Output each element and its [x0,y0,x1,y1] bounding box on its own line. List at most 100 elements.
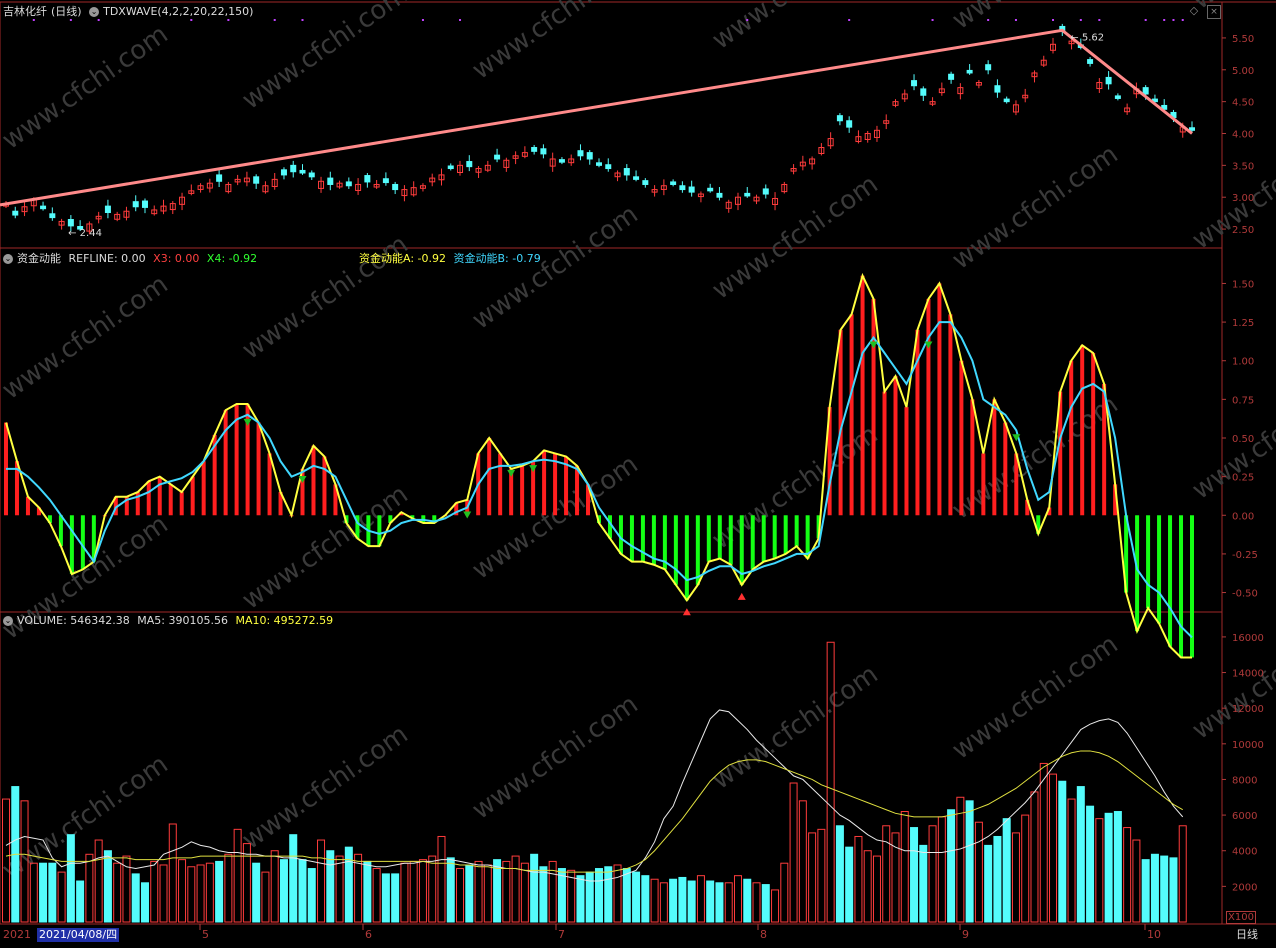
volume-bar [1002,818,1011,923]
fund-bar-positive [322,456,327,516]
x3-value: X3: 0.00 [153,252,200,265]
fund-bar-positive [948,314,953,516]
stock-name[interactable]: 吉林化纤 [3,5,47,18]
selected-date[interactable]: 2021/04/08/四 [37,928,120,942]
fund-tick-label: -0.50 [1232,589,1258,600]
down-arrow-icon [243,418,252,426]
watermark-text: www.cfchi.com [237,0,414,116]
fund-bar-positive [553,453,558,516]
volume-bar [687,880,696,923]
volume-bar [39,862,48,923]
signal-dot [1163,19,1166,21]
fund-tick-label: 0.50 [1232,434,1254,445]
x-tick-label: 7 [558,928,565,941]
volume-bar [483,864,492,923]
chart-stage[interactable]: www.cfchi.com www.cfchi.com www.cfchi.com w… [0,0,1276,944]
fund-tick-label: 0.00 [1232,511,1254,522]
fund-bar-negative [772,515,777,559]
fund-bar-positive [937,283,942,516]
watermark-text: www.cfchi.com [707,0,884,56]
volume-bar [604,866,613,923]
volume-bar [882,825,891,923]
candle-body [290,164,297,173]
watermark-text: www.cfchi.com [237,229,414,365]
x-tick-label: 5 [202,928,209,941]
wave-indicator-name[interactable]: TDXWAVE(4,2,2,20,22,150) [103,5,253,18]
collapse-icon[interactable]: ⌄ [3,616,13,626]
candle-body [67,219,74,227]
volume-bar [900,811,909,923]
fund-bar-positive [267,453,272,516]
collapse-icon[interactable]: ⌄ [89,7,100,17]
window-close-icon[interactable]: × [1207,5,1221,19]
candle-body [744,192,751,197]
fund-bar-negative [728,515,733,565]
candle-body [447,165,454,170]
candle-body [586,152,593,160]
price-tick-label: 5.00 [1232,66,1254,77]
volume-bar [1067,798,1076,923]
candle-body [382,178,389,184]
volume-bar [520,862,529,923]
volume-bar [622,868,631,923]
fund-bar-positive [179,492,184,516]
chart-canvas[interactable]: www.cfchi.com www.cfchi.com www.cfchi.com w… [0,0,1276,944]
signal-dot [69,19,72,21]
fund-legend: 资金动能A: -0.92 资金动能B: -0.79 [359,252,545,266]
volume-bar [808,832,817,923]
volume-bar [307,868,316,923]
price-tick-label: 2.50 [1232,225,1254,236]
volume-bar [974,821,983,923]
fund-bar-negative [673,515,678,585]
candle-body [49,213,56,219]
volume-bar [252,862,261,923]
candle-body [12,210,19,216]
volume-bar [289,834,298,923]
candle-body [633,176,640,180]
candle-body [1087,59,1094,64]
volume-bar [789,782,798,923]
volume-bar [678,876,687,923]
fund-bar-negative [695,515,700,585]
fund-bar-negative [794,515,799,547]
candle-body [392,183,399,191]
fund-bar-negative [783,515,788,554]
volume-bar [1039,762,1048,923]
diamond-icon[interactable]: ◇ [1188,5,1200,17]
volume-value[interactable]: VOLUME: 546342.38 [17,614,130,627]
down-arrow-icon [869,341,878,349]
signal-dot [190,19,193,21]
fund-bar-positive [223,410,228,516]
watermark-text: www.cfchi.com [467,689,644,825]
candle-body [364,175,371,183]
fund-bar-negative [706,515,711,562]
fund-bar-negative [717,515,722,559]
fund-bar-positive [992,399,997,516]
candle-body [558,159,565,163]
watermark-text: www.cfchi.com [0,749,174,885]
volume-bar [1030,791,1039,923]
candle-body [642,180,649,185]
fund-bar-positive [959,360,964,516]
fund-bar-positive [926,298,931,516]
volume-bar [743,878,752,923]
volume-bar [1049,773,1058,923]
volume-bar [1123,827,1132,923]
volume-bar [354,853,363,923]
x-tick-label: 10 [1147,928,1161,941]
signal-dot [1181,19,1184,21]
volume-bar [372,868,381,923]
volume-bar [317,839,326,923]
candle-body [707,187,714,192]
volume-bar [168,823,177,923]
fund-bar-negative [618,515,623,554]
signal-dot [848,19,851,21]
collapse-icon[interactable]: ⌄ [3,254,13,264]
candle-body [716,192,723,198]
price-tick-label: 5.50 [1232,34,1254,45]
volume-bar [335,855,344,923]
x-tick-label: 9 [962,928,969,941]
period-label[interactable]: 日线 [1236,928,1258,942]
signal-dot [421,19,424,21]
fund-indicator-name[interactable]: 资金动能 [17,252,61,265]
